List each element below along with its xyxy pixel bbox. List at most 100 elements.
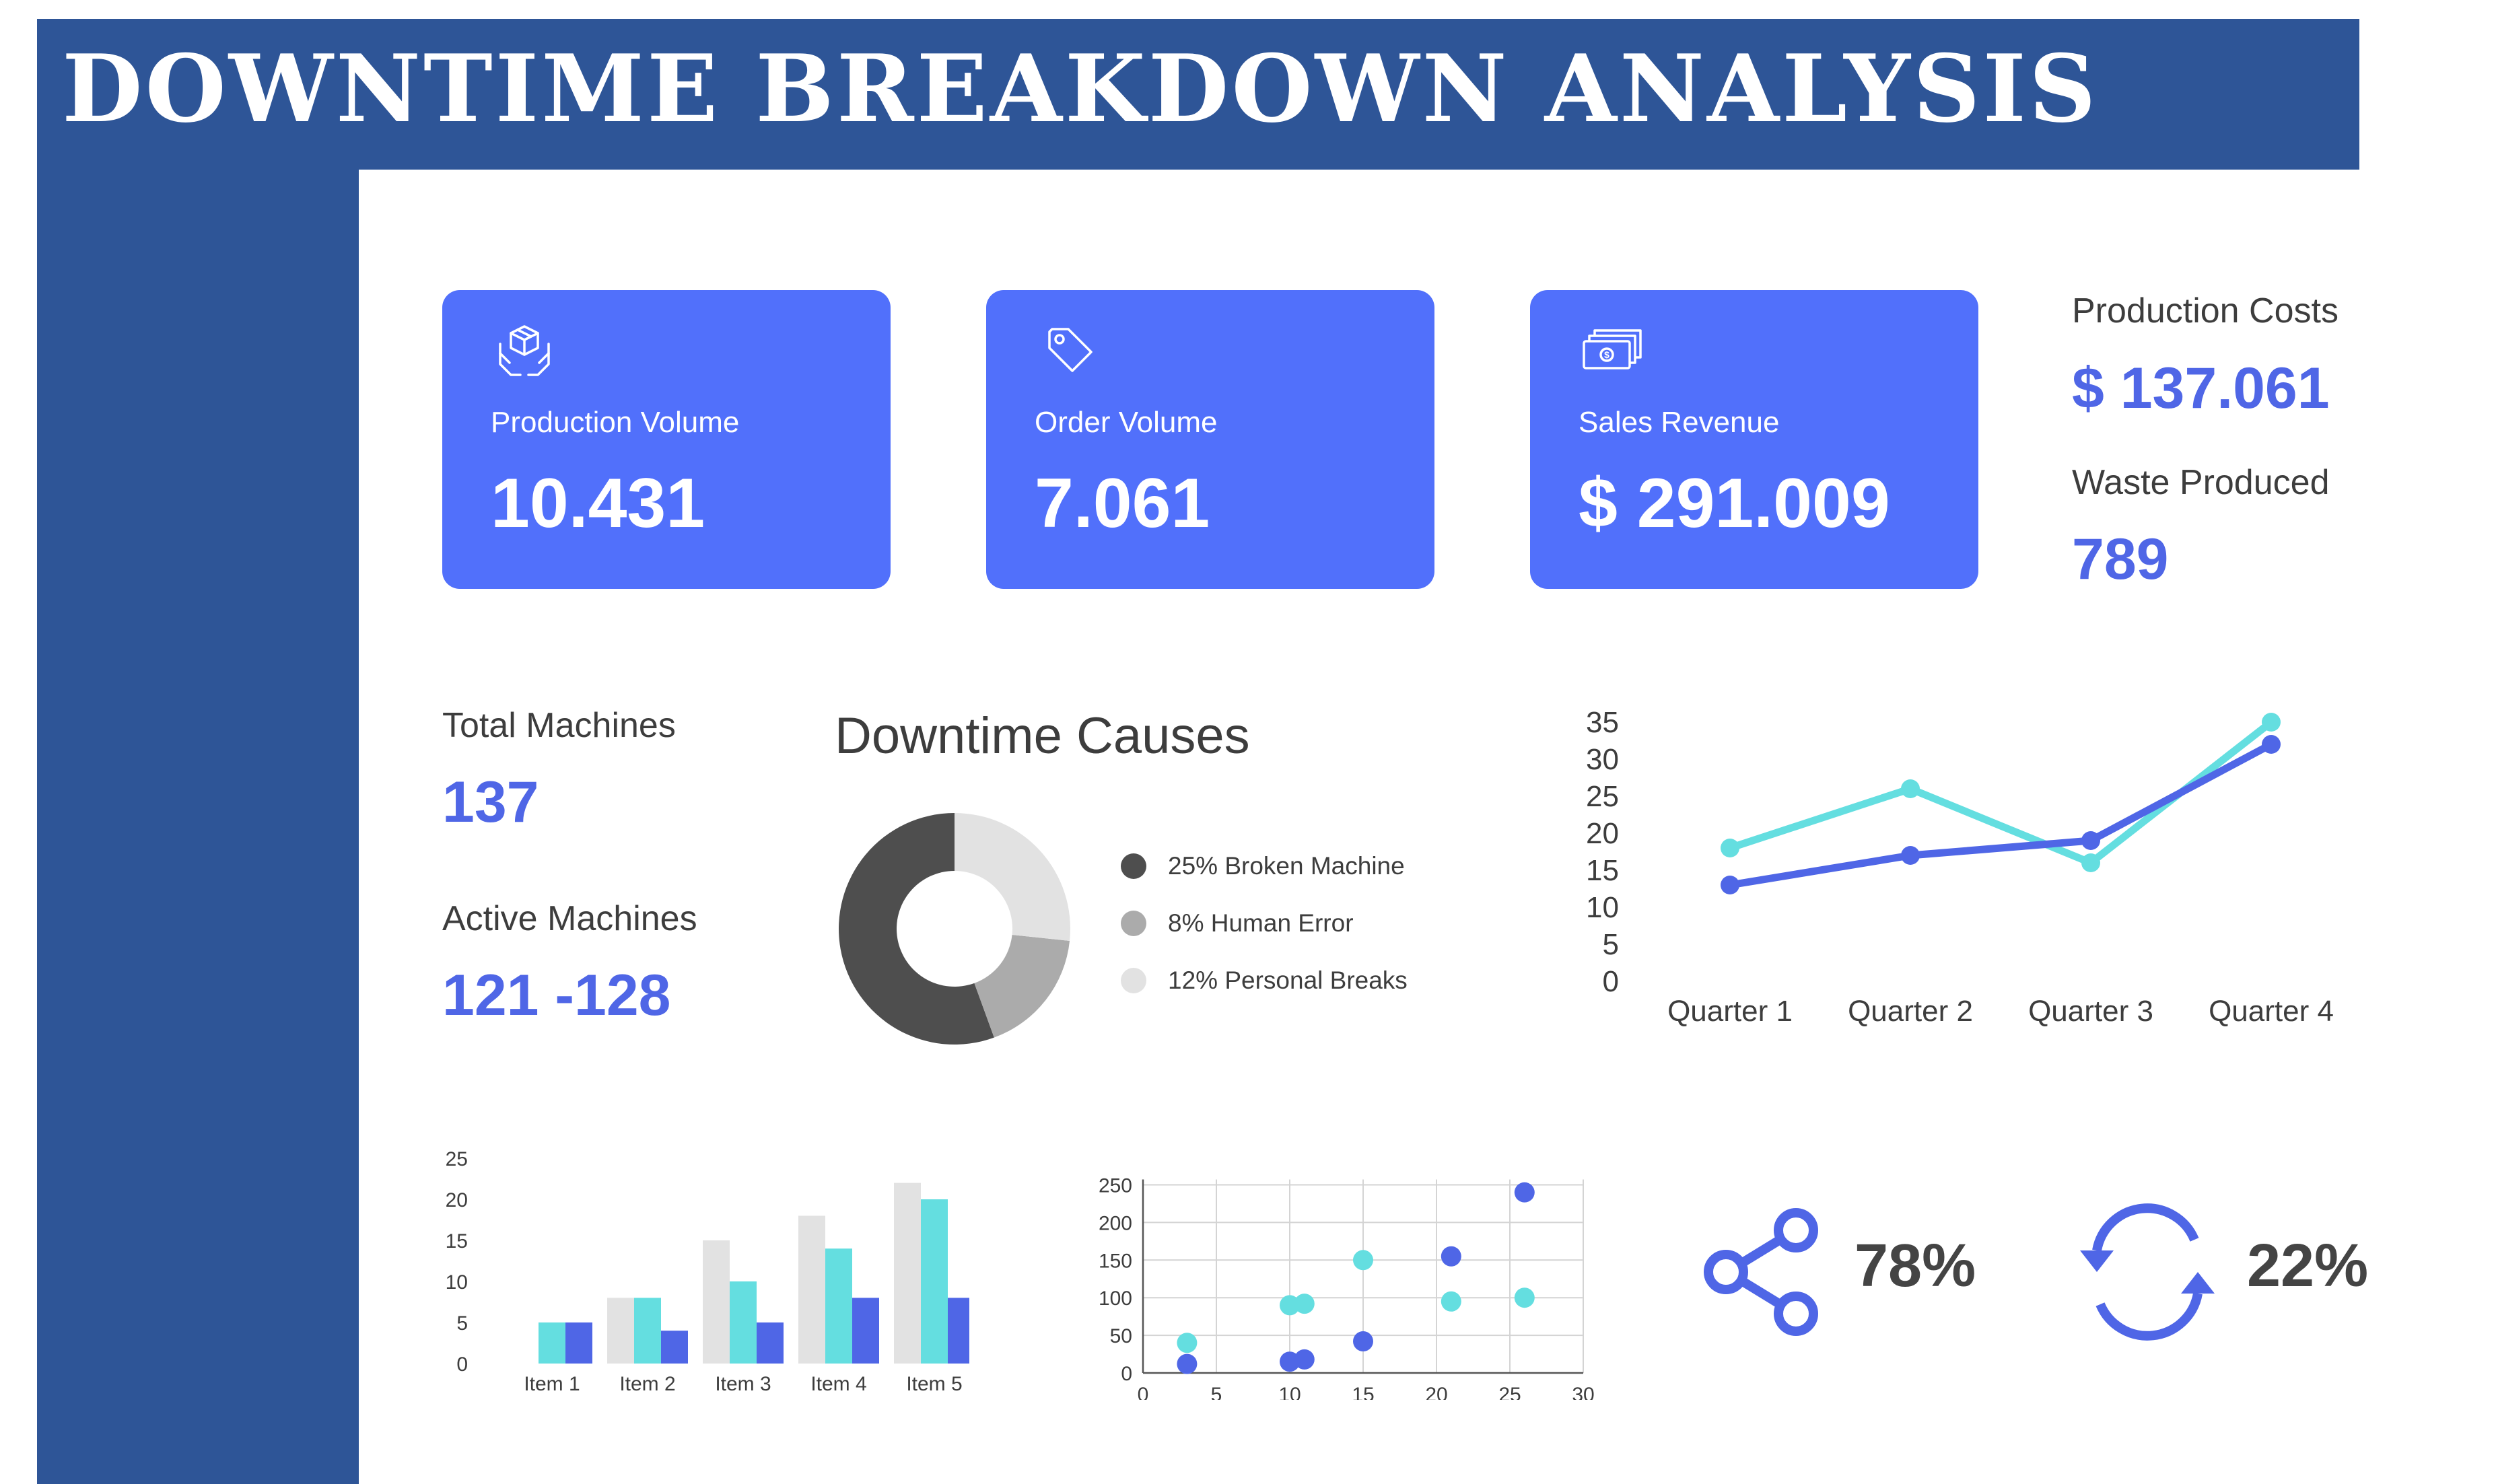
x-tick-label: 5 (1211, 1384, 1222, 1400)
donut-slice (955, 813, 1070, 941)
kpi-label: Order Volume (1035, 406, 1218, 439)
scatter-point (1353, 1250, 1373, 1271)
waste-produced-label: Waste Produced (2072, 463, 2330, 502)
svg-text:$: $ (1604, 349, 1609, 360)
series-point (1721, 839, 1739, 857)
y-tick-label: 5 (456, 1312, 468, 1335)
bar (798, 1215, 825, 1364)
x-tick-label: Item 2 (619, 1373, 675, 1395)
y-tick-label: 100 (1099, 1287, 1132, 1310)
scatter-point (1514, 1182, 1535, 1203)
x-tick-label: Item 5 (906, 1373, 962, 1395)
hands-box-icon (499, 325, 550, 376)
bar (607, 1298, 634, 1364)
y-tick-label: 0 (1121, 1363, 1132, 1385)
y-tick-label: 25 (446, 1148, 468, 1170)
series-point (1721, 876, 1739, 894)
downtime-causes-donut (838, 813, 1070, 1045)
x-tick-label: 30 (1572, 1384, 1594, 1400)
scatter-point (1177, 1333, 1198, 1353)
left-frame-bar (37, 19, 359, 1484)
y-tick-label: 10 (446, 1271, 468, 1294)
share-icon (1704, 1208, 1818, 1336)
bar (948, 1298, 969, 1364)
x-tick-label: 10 (1278, 1384, 1301, 1400)
y-tick-label: 35 (1586, 706, 1619, 739)
items-bar-chart: 0 5 10 15 20 25 Item 1 Item 2 Item 3 Item 4 Item 5 (446, 1148, 969, 1395)
y-tick-label: 30 (1586, 743, 1619, 776)
bar (703, 1240, 730, 1364)
page-title: Downtime Breakdown Analysis (62, 34, 2099, 143)
y-tick-label: 20 (446, 1189, 468, 1211)
total-machines-label: Total Machines (442, 706, 676, 745)
bar (730, 1281, 757, 1364)
y-tick-label: 15 (1586, 854, 1619, 887)
scatter-point (1177, 1353, 1198, 1374)
y-tick-label: 200 (1099, 1212, 1132, 1234)
legend-text: 12% Personal Breaks (1168, 966, 1408, 994)
y-tick-label: 15 (446, 1230, 468, 1252)
bar (634, 1298, 661, 1364)
legend-text: 8% Human Error (1168, 909, 1354, 937)
kpi-card-production-volume: Production Volume 10.431 (442, 290, 891, 589)
y-tick-label: 250 (1099, 1175, 1132, 1197)
share-percent: 78% (1855, 1232, 1976, 1300)
y-tick-label: 0 (1603, 965, 1619, 998)
series-point (1901, 846, 1920, 865)
production-costs-label: Production Costs (2072, 291, 2339, 330)
x-tick-label: Quarter 3 (2028, 995, 2153, 1028)
x-tick-label: Item 4 (810, 1373, 866, 1395)
x-tick-label: Item 1 (524, 1373, 580, 1395)
legend-swatch (1121, 968, 1146, 993)
y-tick-label: 5 (1603, 928, 1619, 961)
bar (757, 1322, 784, 1364)
series-point (2262, 735, 2281, 754)
x-tick-label: 20 (1425, 1384, 1447, 1400)
y-tick-label: 0 (456, 1353, 468, 1376)
y-tick-label: 20 (1586, 817, 1619, 850)
production-costs-value: $ 137.061 (2072, 356, 2330, 421)
price-tag-icon (1048, 328, 1093, 372)
x-tick-label: Quarter 2 (1848, 995, 1973, 1028)
bar (894, 1182, 921, 1364)
refresh-icon (2080, 1203, 2215, 1341)
series-line (1729, 741, 2273, 889)
series-point (2081, 831, 2100, 850)
scatter-point (1353, 1331, 1373, 1352)
x-tick-label: Item 3 (715, 1373, 771, 1395)
scatter-point (1441, 1291, 1461, 1312)
scatter-point (1294, 1349, 1315, 1370)
series-point (1901, 779, 1920, 798)
kpi-label: Sales Revenue (1579, 406, 1780, 439)
x-tick-label: 15 (1352, 1384, 1374, 1400)
legend-item: 8% Human Error (1121, 907, 1354, 940)
kpi-label: Production Volume (491, 406, 740, 439)
series-point (2081, 853, 2100, 872)
scatter-chart: 0 5 10 15 20 25 30 0 50 100 150 200 250 (1099, 1175, 1595, 1401)
kpi-card-sales-revenue: $ Sales Revenue $ 291.009 (1530, 290, 1978, 589)
scatter-point (1514, 1287, 1535, 1308)
legend-swatch (1121, 853, 1146, 879)
y-tick-label: 10 (1586, 891, 1619, 924)
bar (539, 1322, 565, 1364)
kpi-value: 10.431 (491, 464, 705, 542)
kpi-card-order-volume: Order Volume 7.061 (986, 290, 1434, 589)
bar (565, 1322, 592, 1364)
active-machines-label: Active Machines (442, 899, 697, 938)
scatter-point (1441, 1246, 1461, 1267)
donut-slice (974, 934, 1070, 1038)
waste-produced-value: 789 (2072, 527, 2169, 592)
x-tick-label: Quarter 4 (2209, 995, 2334, 1028)
series-line (1729, 719, 2274, 867)
cash-stack-icon: $ (1583, 329, 1642, 369)
series-point (2262, 713, 2281, 732)
y-tick-label: 50 (1110, 1325, 1132, 1347)
bar (921, 1199, 948, 1364)
x-tick-label: Quarter 1 (1667, 995, 1793, 1028)
legend-text: 25% Broken Machine (1168, 852, 1405, 880)
x-tick-label: 0 (1138, 1384, 1149, 1400)
quarterly-line-chart: 0 5 10 15 20 25 30 35 Quarter 1 Quarter 2 Quarter … (1586, 706, 2334, 1028)
bar (661, 1331, 688, 1364)
refresh-percent: 22% (2247, 1232, 2369, 1300)
legend-swatch (1121, 911, 1146, 936)
